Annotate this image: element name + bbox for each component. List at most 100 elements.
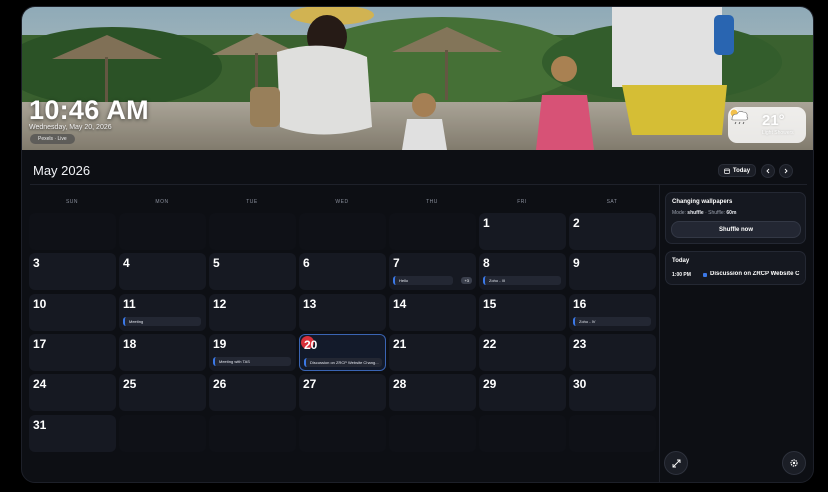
wallpaper-mode-line: Mode: shuffle · Shuffle: 60m — [672, 210, 737, 216]
day-number: 19 — [213, 337, 227, 351]
day-cell[interactable]: 30 — [569, 374, 656, 411]
day-number: 1 — [483, 216, 490, 230]
day-number: 15 — [483, 297, 497, 311]
day-number: 27 — [303, 377, 317, 391]
prev-month-button[interactable] — [761, 164, 775, 178]
weekday-header: THU — [426, 199, 438, 205]
day-cell[interactable]: 21 — [389, 334, 476, 371]
month-title: May 2026 — [33, 163, 91, 178]
empty-day-cell — [389, 415, 476, 452]
event-chip[interactable]: Meeting — [123, 317, 201, 326]
weather-temperature: 21° — [762, 112, 785, 129]
day-number: 29 — [483, 377, 497, 391]
app-window: 10:46 AM Wednesday, May 20, 2026 Pexels … — [21, 6, 814, 483]
agenda-item-time: 1:00 PM — [672, 272, 691, 278]
day-number: 14 — [393, 297, 407, 311]
day-cell[interactable]: 31 — [29, 415, 116, 452]
event-chip[interactable]: Discussion on ZRCP Website Chang... — [304, 358, 382, 367]
empty-day-cell — [299, 213, 386, 250]
empty-day-cell — [29, 213, 116, 250]
day-number: 30 — [573, 377, 587, 391]
today-button[interactable]: Today — [718, 164, 756, 177]
event-chip[interactable]: Zoho - IV — [573, 317, 651, 326]
day-cell[interactable]: 12 — [209, 294, 296, 331]
day-cell[interactable]: 29 — [479, 374, 566, 411]
day-number: 9 — [573, 256, 580, 270]
day-cell[interactable]: 27 — [299, 374, 386, 411]
day-cell[interactable]: 14 — [389, 294, 476, 331]
day-cell[interactable]: 24 — [29, 374, 116, 411]
empty-day-cell — [209, 213, 296, 250]
day-cell[interactable]: 1 — [479, 213, 566, 250]
weather-condition: Light Showers — [762, 130, 794, 136]
next-month-button[interactable] — [779, 164, 793, 178]
day-cell[interactable]: 25 — [119, 374, 206, 411]
day-number: 11 — [123, 297, 136, 311]
more-events-badge[interactable]: +3 — [461, 277, 472, 284]
header-divider — [30, 184, 807, 185]
weekday-header: SAT — [606, 199, 618, 205]
day-number: 18 — [123, 337, 137, 351]
day-number: 12 — [213, 297, 227, 311]
day-cell[interactable]: 8 Zoho - III — [479, 253, 566, 290]
weekday-header: WED — [335, 199, 349, 205]
empty-day-cell — [389, 213, 476, 250]
day-cell[interactable]: 13 — [299, 294, 386, 331]
empty-day-cell — [299, 415, 386, 452]
day-number: 16 — [573, 297, 587, 311]
weekday-header: TUE — [246, 199, 258, 205]
day-cell[interactable]: 6 — [299, 253, 386, 290]
day-cell[interactable]: 17 — [29, 334, 116, 371]
wallpaper-card: Changing wallpapers Mode: shuffle · Shuf… — [665, 192, 806, 244]
day-number: 22 — [483, 337, 497, 351]
day-cell[interactable]: 3 — [29, 253, 116, 290]
day-number: 28 — [393, 377, 407, 391]
today-agenda-title: Today — [672, 258, 690, 264]
day-cell[interactable]: 19 Meeting with TAS — [209, 334, 296, 371]
calendar-icon — [724, 168, 730, 174]
day-number: 3 — [33, 256, 40, 270]
day-number: 21 — [393, 337, 407, 351]
day-cell[interactable]: 4 — [119, 253, 206, 290]
day-cell[interactable]: 23 — [569, 334, 656, 371]
wallpaper-mode-value: shuffle — [687, 210, 704, 216]
empty-day-cell — [209, 415, 296, 452]
day-number: 31 — [33, 418, 47, 432]
chevron-right-icon — [784, 168, 788, 174]
weather-widget[interactable]: 21° Light Showers — [728, 107, 806, 143]
shuffle-now-button[interactable]: Shuffle now — [671, 221, 801, 238]
event-chip[interactable]: Meeting with TAS — [213, 357, 291, 366]
fullscreen-button[interactable] — [664, 451, 688, 475]
weekday-header: SUN — [65, 199, 79, 205]
event-chip[interactable]: Hello — [393, 276, 453, 285]
day-cell[interactable]: 26 — [209, 374, 296, 411]
day-number: 7 — [393, 256, 400, 270]
day-number: 6 — [303, 256, 310, 270]
day-number: 23 — [573, 337, 587, 351]
day-cell[interactable]: 16 Zoho - IV — [569, 294, 656, 331]
day-cell[interactable]: 28 — [389, 374, 476, 411]
agenda-item-title[interactable]: Discussion on ZRCP Website C — [710, 271, 800, 277]
day-number: 24 — [33, 377, 47, 391]
empty-day-cell — [479, 415, 566, 452]
day-number: 5 — [213, 256, 220, 270]
day-cell-today[interactable]: 20 Discussion on ZRCP Website Chang... — [299, 334, 386, 371]
day-number: 13 — [303, 297, 317, 311]
empty-day-cell — [119, 213, 206, 250]
beach-family-photo — [22, 7, 813, 150]
settings-button[interactable] — [782, 451, 806, 475]
event-chip[interactable]: Zoho - III — [483, 276, 561, 285]
day-cell[interactable]: 5 — [209, 253, 296, 290]
wallpaper-source-pill[interactable]: Pexels · Live — [30, 134, 75, 144]
sidebar-divider — [659, 185, 660, 482]
gear-icon — [790, 459, 798, 467]
day-cell[interactable]: 11 Meeting — [119, 294, 206, 331]
day-cell[interactable]: 22 — [479, 334, 566, 371]
day-cell[interactable]: 7 Hello +3 — [389, 253, 476, 290]
wallpaper-shuffle-interval: 60m — [726, 210, 737, 216]
day-cell[interactable]: 2 — [569, 213, 656, 250]
day-cell[interactable]: 15 — [479, 294, 566, 331]
day-cell[interactable]: 9 — [569, 253, 656, 290]
day-cell[interactable]: 18 — [119, 334, 206, 371]
day-cell[interactable]: 10 — [29, 294, 116, 331]
